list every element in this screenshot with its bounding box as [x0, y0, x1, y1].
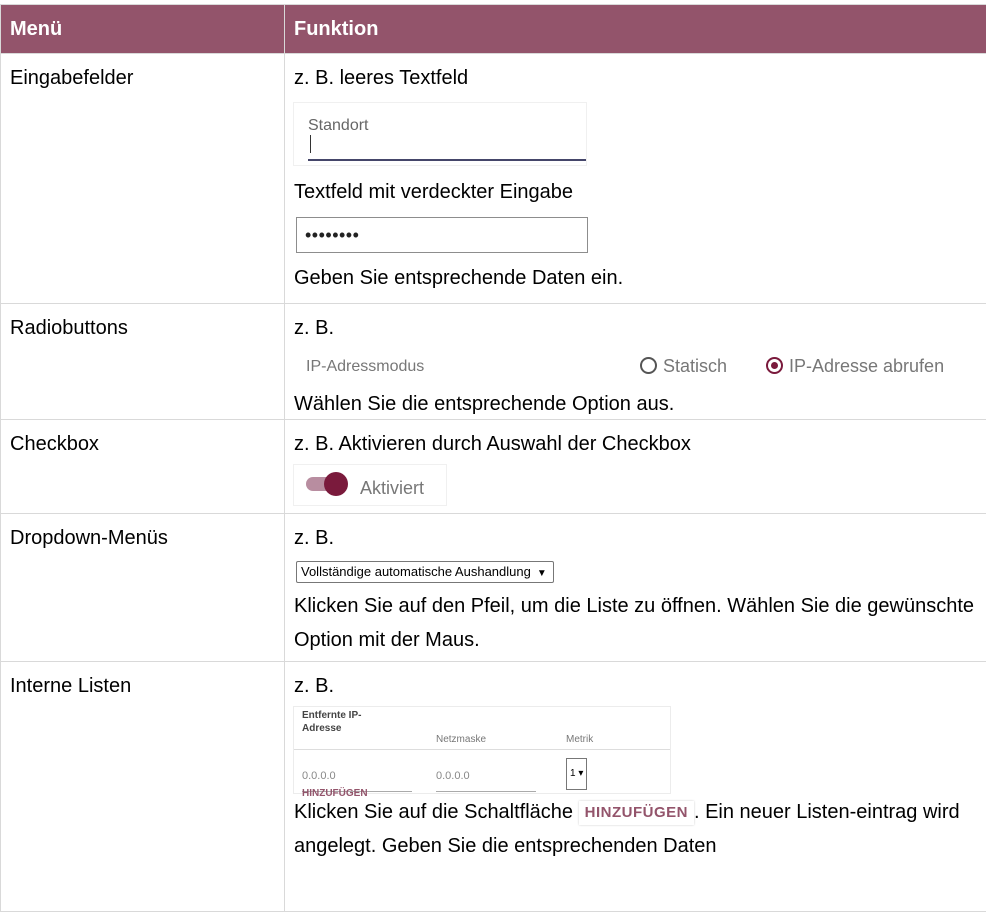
table-row: Radiobuttons z. B. IP-Adressmodus Statis…: [0, 303, 986, 420]
radio-option-label: Statisch: [663, 356, 728, 376]
list-netmask-input[interactable]: 0.0.0.0: [436, 761, 536, 792]
example-internal-list: Entfernte IP-Adresse Netzmaske Metrik 0.…: [294, 707, 670, 799]
example-radio-group: IP-Adressmodus Statisch IP-Adresse abruf…: [294, 349, 980, 385]
radio-selected-icon: [766, 357, 783, 374]
toggle-knob: [324, 472, 348, 496]
row-text: z. B.: [294, 317, 335, 339]
function-cell: z. B. IP-Adressmodus Statisch IP-Adresse…: [284, 303, 986, 420]
function-cell: z. B. Entfernte IP-Adresse Netzmaske Met…: [284, 661, 986, 912]
row-text: Textfeld mit verdeckter Eingabe: [294, 181, 574, 203]
table-header-row: Menü Funktion: [0, 4, 986, 54]
menu-cell: Dropdown-Menüs: [0, 513, 285, 662]
example-text-field[interactable]: Standort: [294, 103, 586, 165]
row-text: Klicken Sie auf die Schaltfläche HINZUFÜ…: [294, 795, 977, 863]
field-underline: [308, 159, 586, 161]
row-text: Klicken Sie auf den Pfeil, um die Liste …: [294, 595, 975, 651]
chevron-down-icon: ▼: [536, 568, 547, 579]
table-row: Interne Listen z. B. Entfernte IP-Adress…: [0, 661, 986, 912]
example-dropdown[interactable]: Vollständige automatische Aushandlung ▼: [296, 561, 554, 583]
list-header-ip: Entfernte IP-Adresse: [302, 710, 362, 734]
add-button-example[interactable]: HINZUFÜGEN: [578, 800, 694, 825]
table-row: Checkbox z. B. Aktivieren durch Auswahl …: [0, 419, 986, 514]
row-text: z. B.: [294, 675, 335, 697]
radio-option-label: IP-Adresse abrufen: [789, 356, 945, 376]
list-divider: [294, 749, 670, 750]
radio-empty-icon: [640, 357, 657, 374]
radio-group-label: IP-Adressmodus: [306, 358, 425, 375]
row-text: z. B.: [294, 527, 335, 549]
function-cell: z. B. leeres Textfeld Standort Textfeld …: [284, 53, 986, 304]
menu-cell: Eingabefelder: [0, 53, 285, 304]
header-function: Funktion: [284, 4, 986, 54]
function-cell: z. B. Vollständige automatische Aushandl…: [284, 513, 986, 662]
row-text: Wählen Sie die entsprechende Option aus.: [294, 393, 675, 415]
dropdown-value: Vollständige automatische Aushandlung: [301, 564, 531, 579]
radio-option-fetch[interactable]: IP-Adresse abrufen: [766, 351, 944, 381]
table-row: Eingabefelder z. B. leeres Textfeld Stan…: [0, 53, 986, 304]
list-add-button[interactable]: HINZUFÜGEN: [302, 779, 368, 809]
row-text: Geben Sie entsprechende Daten ein.: [294, 267, 624, 289]
example-toggle[interactable]: Aktiviert: [294, 465, 446, 505]
text-caret: [310, 135, 311, 153]
radio-option-static[interactable]: Statisch: [640, 351, 727, 381]
list-header-metric: Metrik: [566, 734, 594, 745]
table-row: Dropdown-Menüs z. B. Vollständige automa…: [0, 513, 986, 662]
row-text: z. B. Aktivieren durch Auswahl der Check…: [294, 433, 691, 455]
metric-value: 1: [570, 768, 576, 779]
toggle-label: Aktiviert: [360, 478, 425, 498]
chevron-down-icon: ▾: [578, 768, 584, 779]
list-header-netmask: Netzmaske: [436, 734, 487, 745]
field-label: Standort: [308, 117, 369, 134]
example-password-field[interactable]: ••••••••: [296, 217, 588, 253]
menu-cell: Checkbox: [0, 419, 285, 514]
function-table: Menü Funktion Eingabefelder z. B. leeres…: [0, 4, 986, 912]
list-metric-select[interactable]: 1 ▾: [566, 758, 588, 790]
menu-cell: Radiobuttons: [0, 303, 285, 420]
function-cell: z. B. Aktivieren durch Auswahl der Check…: [284, 419, 986, 514]
row-text: z. B. leeres Textfeld: [294, 67, 469, 89]
header-menu: Menü: [0, 4, 285, 54]
menu-cell: Interne Listen: [0, 661, 285, 912]
password-dots: ••••••••: [305, 225, 360, 245]
